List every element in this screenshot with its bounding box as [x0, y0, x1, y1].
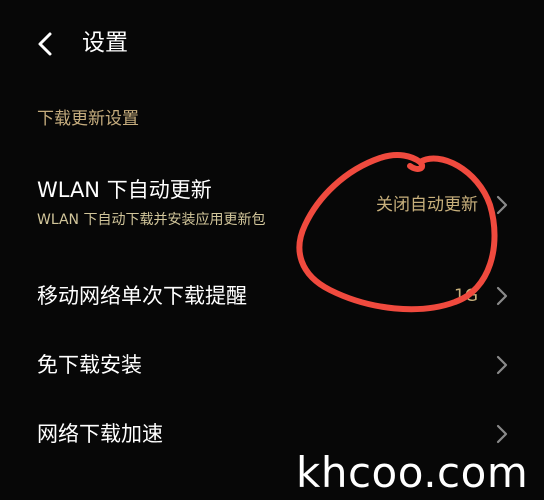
section-header: 下载更新设置	[37, 109, 139, 129]
chevron-right-icon	[492, 353, 512, 377]
top-bar: 设置	[0, 0, 544, 86]
row-title: 网络下载加速	[37, 422, 163, 446]
page-title: 设置	[82, 30, 128, 56]
row-value: 1G	[454, 286, 478, 306]
chevron-right-icon	[492, 284, 512, 308]
row-title: 免下载安装	[37, 353, 142, 377]
row-subtitle: WLAN 下自动下载并安装应用更新包	[37, 212, 266, 228]
chevron-right-icon	[492, 193, 512, 217]
chevron-left-icon	[30, 28, 62, 60]
settings-row-install-without-download[interactable]: 免下载安装	[0, 339, 544, 391]
settings-row-mobile-download-reminder[interactable]: 移动网络单次下载提醒 1G	[0, 270, 544, 322]
row-title: 移动网络单次下载提醒	[37, 284, 247, 308]
chevron-right-icon	[492, 422, 512, 446]
row-value: 关闭自动更新	[376, 195, 478, 215]
row-title: WLAN 下自动更新	[37, 178, 212, 202]
watermark-text: khcoo.com	[296, 448, 529, 497]
back-button[interactable]	[30, 28, 62, 60]
settings-row-wlan-auto-update[interactable]: WLAN 下自动更新 WLAN 下自动下载并安装应用更新包 关闭自动更新	[0, 168, 544, 238]
